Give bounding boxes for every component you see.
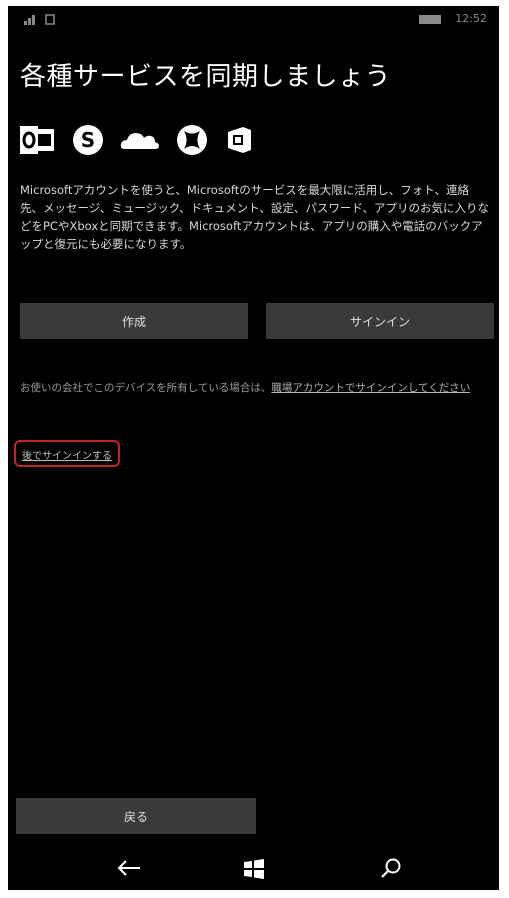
note-text: お使いの会社でこのデバイスを所有している場合は、 [20, 382, 272, 394]
navigation-bar [8, 848, 499, 890]
svg-text:S: S [81, 128, 95, 152]
xbox-icon [176, 124, 208, 156]
create-account-button[interactable]: 作成 [20, 303, 248, 339]
office-icon [224, 125, 254, 155]
signal-icon [24, 13, 58, 28]
phone-screen: 12:52 各種サービスを同期しましょう S Microsoftアカウントを使う… [8, 6, 499, 890]
skip-signin-link[interactable]: 後でサインインする [22, 451, 112, 462]
signin-button[interactable]: サインイン [266, 303, 494, 339]
status-time: 12:52 [455, 12, 487, 25]
battery-icon [419, 15, 441, 24]
status-bar: 12:52 [8, 6, 499, 32]
outlook-icon [20, 125, 56, 155]
work-account-signin-link[interactable]: 職場アカウントでサインインしてください [271, 382, 470, 394]
windows-start-icon[interactable] [244, 859, 264, 883]
search-icon[interactable] [380, 857, 402, 883]
back-button[interactable]: 戻る [16, 798, 256, 834]
description-text: Microsoftアカウントを使うと、Microsoftのサービスを最大限に活用… [20, 183, 489, 251]
service-icons: S [20, 123, 254, 157]
page-title: 各種サービスを同期しましょう [20, 62, 392, 92]
back-arrow-icon[interactable] [116, 858, 142, 882]
skip-signin-highlight: 後でサインインする [14, 440, 120, 467]
work-account-note: お使いの会社でこのデバイスを所有している場合は、職場アカウントでサインインしてく… [20, 380, 490, 397]
onedrive-icon [120, 127, 160, 153]
skype-icon: S [72, 124, 104, 156]
